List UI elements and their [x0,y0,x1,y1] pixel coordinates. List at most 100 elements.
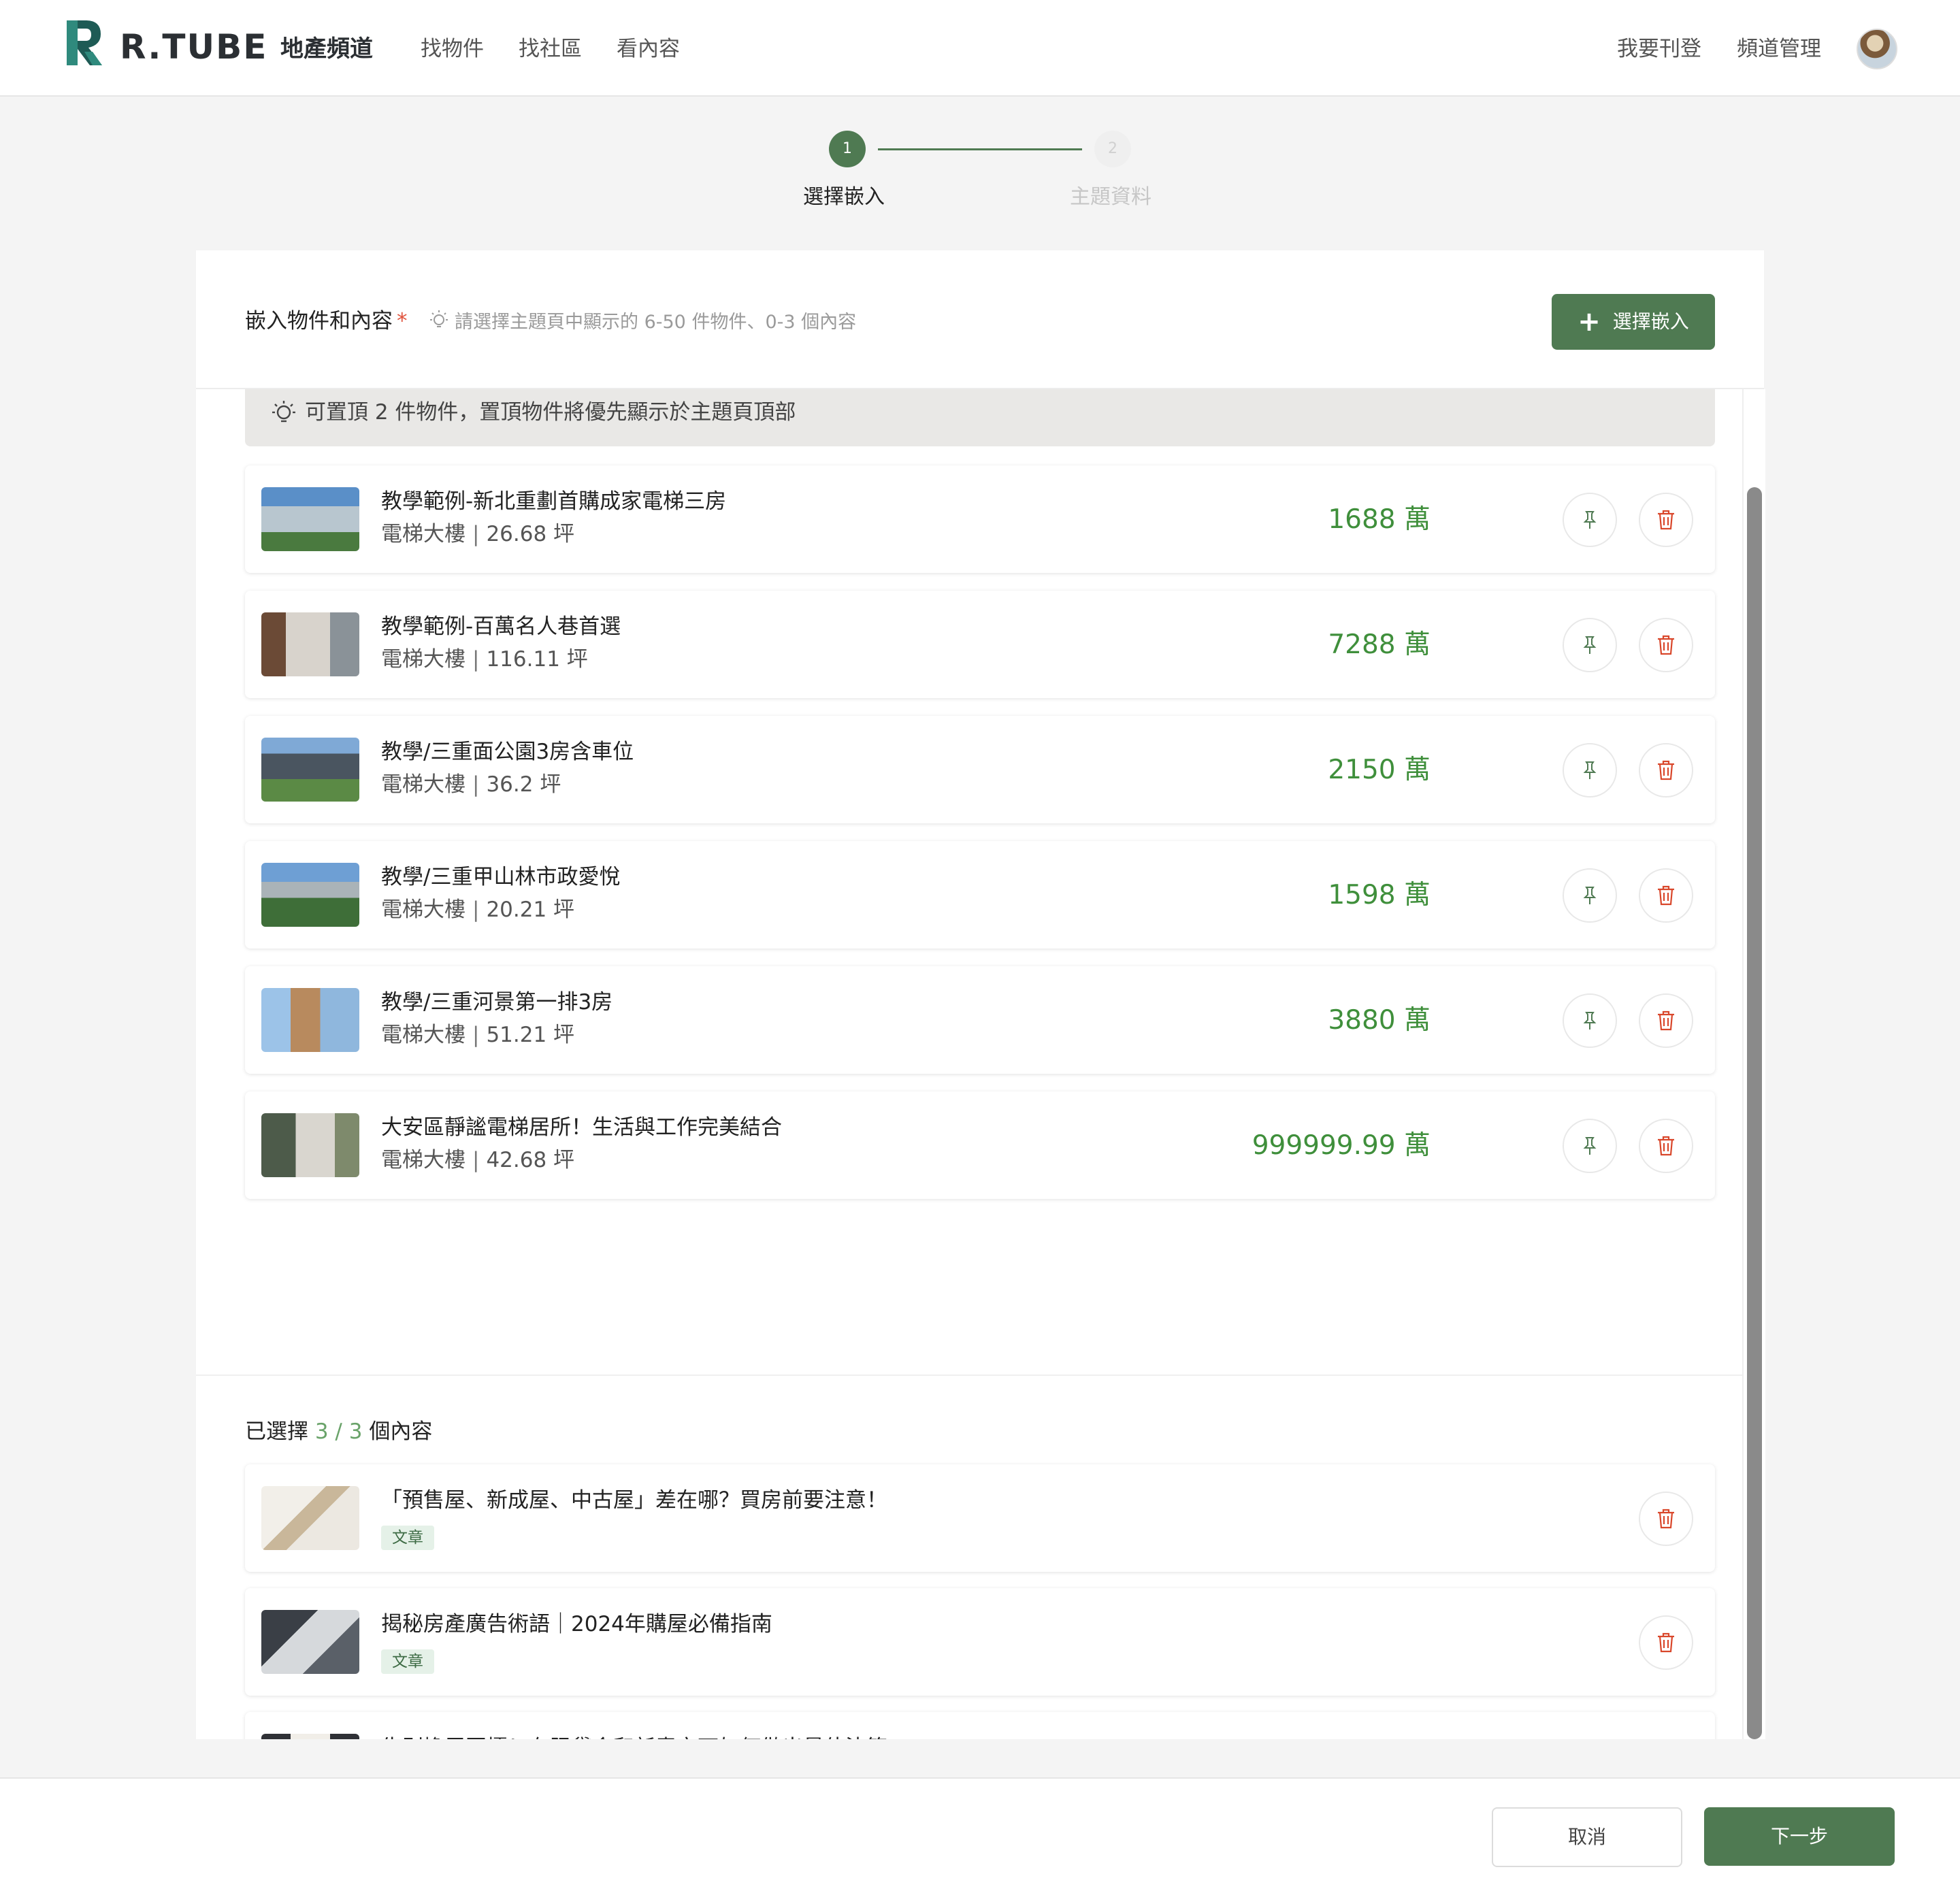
property-type: 電梯大樓 [381,1148,466,1172]
lightbulb-icon [430,310,448,327]
property-price: 7288 萬 [1328,629,1431,660]
pin-button[interactable] [1563,618,1617,672]
property-item[interactable]: 教學範例-百萬名人巷首選 電梯大樓 | 116.11 坪 7288 萬 [245,591,1715,698]
content-item[interactable]: 告別換屋困擾！在限貸令和新青安下如何做出最佳決策 文章 [245,1712,1715,1739]
pin-icon [1583,511,1597,529]
card-header: 嵌入物件和內容 * 請選擇主題頁中顯示的 6-50 件物件、0-3 個內容 + 選擇… [196,250,1764,389]
pin-button[interactable] [1563,993,1617,1048]
property-meta: 電梯大樓 | 51.21 坪 [381,1023,575,1047]
embed-card: 嵌入物件和內容 * 請選擇主題頁中顯示的 6-50 件物件、0-3 個內容 + 選擇… [196,250,1765,1739]
next-step-button[interactable]: 下一步 [1704,1807,1895,1866]
delete-button[interactable] [1639,743,1693,797]
property-item[interactable]: 教學/三重甲山林市政愛悅 電梯大樓 | 20.21 坪 1598 萬 [245,841,1715,949]
property-thumbnail [261,1113,359,1177]
trash-icon [1658,1509,1674,1529]
content-thumbnail [261,1486,359,1550]
property-type: 電梯大樓 [381,522,466,546]
property-title: 教學範例-新北重劃首購成家電梯三房 [381,489,727,514]
step-2-label: 主題資料 [1070,185,1152,209]
property-area: 20.21 坪 [486,898,575,922]
step-2-indicator: 2 [1094,131,1131,167]
trash-icon [1658,635,1674,655]
nav-find-property[interactable]: 找物件 [421,30,484,68]
property-thumbnail [261,738,359,802]
content-title: 「預售屋、新成屋、中古屋」差在哪？買房前要注意！ [381,1488,887,1513]
delete-button[interactable] [1639,493,1693,547]
select-embed-button[interactable]: + 選擇嵌入 [1552,294,1715,350]
property-area: 42.68 坪 [486,1148,575,1172]
nav-post-listing[interactable]: 我要刊登 [1617,30,1701,68]
property-type: 電梯大樓 [381,647,466,672]
section-title-text: 嵌入物件和內容 [245,309,393,333]
property-meta: 電梯大樓 | 42.68 坪 [381,1148,575,1172]
pin-button[interactable] [1563,1119,1617,1173]
trash-icon [1658,1136,1674,1156]
section-hint-text: 請選擇主題頁中顯示的 6-50 件物件、0-3 個內容 [455,312,857,333]
section-divider [196,1375,1742,1376]
brand-name[interactable]: R.TUBE [120,23,267,71]
property-price: 2150 萬 [1328,755,1431,785]
delete-button[interactable] [1639,1615,1693,1670]
property-price: 1688 萬 [1328,504,1431,535]
property-title: 教學範例-百萬名人巷首選 [381,614,621,639]
delete-button[interactable] [1639,1119,1693,1173]
nav-channel-manage[interactable]: 頻道管理 [1737,30,1821,68]
delete-button[interactable] [1639,1492,1693,1546]
brand-subtitle[interactable]: 地產頻道 [280,30,373,68]
property-type: 電梯大樓 [381,898,466,922]
pin-tip-bar: 可置頂 2 件物件，置頂物件將優先顯示於主題頁頂部 [245,389,1715,446]
property-area: 36.2 坪 [486,772,561,797]
user-avatar[interactable] [1857,29,1897,69]
property-type: 電梯大樓 [381,1023,466,1047]
select-embed-label: 選擇嵌入 [1612,310,1689,333]
property-title: 教學/三重面公園3房含車位 [381,740,634,764]
footer-bar: 取消 下一步 [0,1777,1960,1893]
scrollbar-thumb[interactable] [1747,487,1762,1739]
content-type-badge: 文章 [381,1649,434,1674]
trash-icon [1658,885,1674,906]
section-title: 嵌入物件和內容 * [245,306,408,336]
property-price: 1598 萬 [1328,880,1431,910]
property-area: 26.68 坪 [486,522,575,546]
pin-button[interactable] [1563,743,1617,797]
trash-icon [1658,1010,1674,1031]
embed-list-scroll-area[interactable]: 可置頂 2 件物件，置頂物件將優先顯示於主題頁頂部 教學範例-新北重劃首購成家電… [196,389,1742,1739]
content-title: 告別換屋困擾！在限貸令和新青安下如何做出最佳決策 [381,1732,887,1739]
nav-view-content[interactable]: 看內容 [617,30,680,68]
content-type-badge: 文章 [381,1526,434,1550]
property-meta: 電梯大樓 | 116.11 坪 [381,647,588,672]
property-title: 大安區靜謐電梯居所！生活與工作完美結合 [381,1115,782,1140]
property-item[interactable]: 教學範例-新北重劃首購成家電梯三房 電梯大樓 | 26.68 坪 1688 萬 [245,465,1715,573]
pin-button[interactable] [1563,493,1617,547]
pin-icon [1583,1137,1597,1155]
property-item[interactable]: 教學/三重河景第一排3房 電梯大樓 | 51.21 坪 3880 萬 [245,966,1715,1074]
selected-count-value: 3 / 3 [314,1419,363,1444]
cancel-button[interactable]: 取消 [1492,1807,1682,1867]
delete-button[interactable] [1639,868,1693,923]
content-thumbnail [261,1610,359,1674]
required-mark: * [397,309,408,333]
property-area: 116.11 坪 [486,647,588,672]
property-thumbnail [261,612,359,676]
property-item[interactable]: 教學/三重面公園3房含車位 電梯大樓 | 36.2 坪 2150 萬 [245,716,1715,823]
selected-content-count: 已選擇 3 / 3 個內容 [245,1417,432,1447]
property-item[interactable]: 大安區靜謐電梯居所！生活與工作完美結合 電梯大樓 | 42.68 坪 999999.… [245,1091,1715,1199]
section-hint: 請選擇主題頁中顯示的 6-50 件物件、0-3 個內容 [427,308,856,338]
property-thumbnail [261,863,359,927]
property-price: 3880 萬 [1328,1005,1431,1036]
property-thumbnail [261,487,359,551]
pin-icon [1583,1012,1597,1030]
pin-icon [1583,887,1597,904]
property-meta: 電梯大樓 | 26.68 坪 [381,522,575,546]
property-title: 教學/三重甲山林市政愛悅 [381,865,621,889]
property-area: 51.21 坪 [486,1023,575,1047]
content-item[interactable]: 「預售屋、新成屋、中古屋」差在哪？買房前要注意！ 文章 [245,1464,1715,1572]
content-title: 揭秘房產廣告術語｜2024年購屋必備指南 [381,1612,772,1636]
pin-button[interactable] [1563,868,1617,923]
content-item[interactable]: 揭秘房產廣告術語｜2024年購屋必備指南 文章 [245,1588,1715,1696]
property-type: 電梯大樓 [381,772,466,797]
rtube-logo-icon[interactable] [64,18,105,67]
delete-button[interactable] [1639,993,1693,1048]
delete-button[interactable] [1639,618,1693,672]
nav-find-community[interactable]: 找社區 [519,30,582,68]
